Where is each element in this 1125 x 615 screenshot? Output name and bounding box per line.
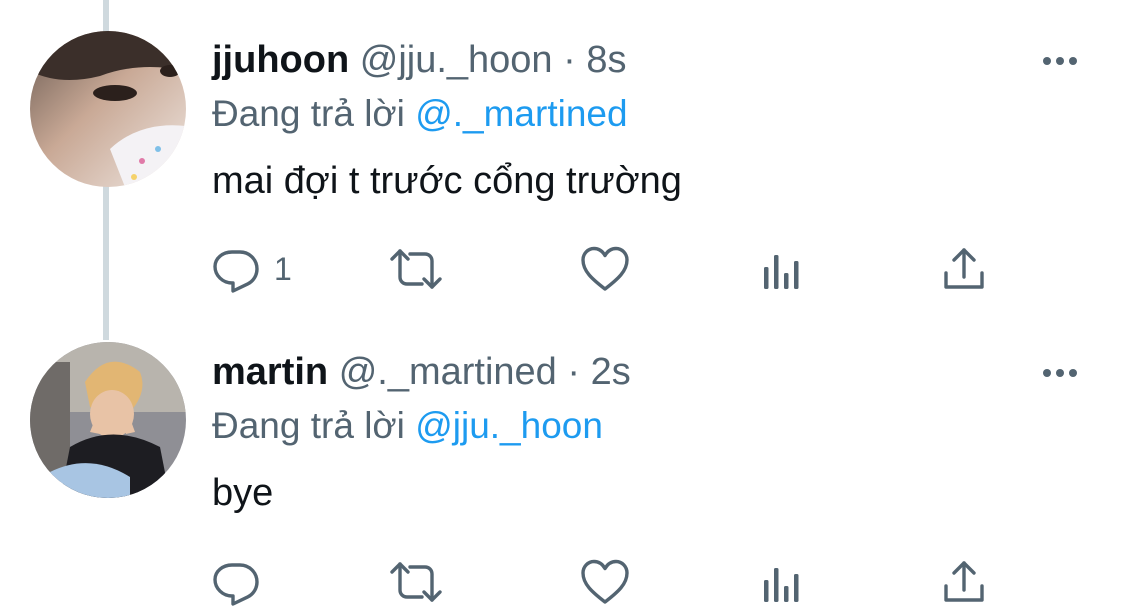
separator-dot: ·: [567, 351, 581, 393]
heart-icon: [580, 245, 630, 293]
reply-button[interactable]: [212, 556, 274, 608]
retweet-icon: [388, 245, 444, 293]
replying-to: Đang trả lời @._martined: [212, 86, 1095, 142]
tweet[interactable]: jjuhoon @jju._hoon · 8s Đang trả lời @._…: [0, 0, 1125, 320]
views-button[interactable]: [762, 243, 802, 295]
analytics-icon: [762, 560, 802, 604]
mention-link[interactable]: @._martined: [415, 93, 627, 134]
avatar[interactable]: [30, 31, 186, 187]
tweet-text: bye: [212, 472, 274, 514]
tweet-header: martin @._martined · 2s: [212, 346, 1095, 398]
reply-bubble-icon: [212, 558, 260, 606]
timestamp[interactable]: 8s: [586, 39, 626, 81]
mention-link[interactable]: @jju._hoon: [415, 405, 603, 446]
separator-dot: ·: [563, 39, 576, 81]
handle[interactable]: @jju._hoon: [360, 39, 553, 81]
retweet-button[interactable]: [388, 556, 444, 608]
like-button[interactable]: [580, 243, 630, 295]
reply-count: 1: [274, 250, 292, 287]
display-name[interactable]: martin: [212, 351, 328, 393]
display-name[interactable]: jjuhoon: [212, 39, 349, 81]
tweet-actions: [212, 556, 1012, 608]
avatar[interactable]: [30, 342, 186, 498]
share-button[interactable]: [942, 243, 986, 295]
analytics-icon: [762, 247, 802, 291]
share-button[interactable]: [942, 556, 986, 608]
reply-bubble-icon: [212, 245, 260, 293]
tweet-text: mai đợi t trước cổng trường: [212, 160, 682, 202]
heart-icon: [580, 558, 630, 606]
handle[interactable]: @._martined: [339, 351, 557, 393]
tweet-actions: 1: [212, 243, 1012, 295]
retweet-icon: [388, 558, 444, 606]
reply-button[interactable]: 1: [212, 243, 292, 295]
tweet-header: jjuhoon @jju._hoon · 8s: [212, 34, 1095, 86]
replying-to-prefix: Đang trả lời: [212, 93, 405, 134]
share-icon: [942, 247, 986, 291]
timestamp[interactable]: 2s: [591, 351, 631, 393]
more-dots-icon[interactable]: [1039, 352, 1081, 394]
share-icon: [942, 560, 986, 604]
tweet-body: jjuhoon @jju._hoon · 8s Đang trả lời @._…: [212, 34, 1095, 210]
retweet-button[interactable]: [388, 243, 444, 295]
more-dots-icon[interactable]: [1039, 40, 1081, 82]
tweet-body: martin @._martined · 2s Đang trả lời @jj…: [212, 346, 1095, 522]
replying-to: Đang trả lời @jju._hoon: [212, 398, 1095, 454]
replying-to-prefix: Đang trả lời: [212, 405, 405, 446]
tweet[interactable]: martin @._martined · 2s Đang trả lời @jj…: [0, 320, 1125, 615]
like-button[interactable]: [580, 556, 630, 608]
views-button[interactable]: [762, 556, 802, 608]
